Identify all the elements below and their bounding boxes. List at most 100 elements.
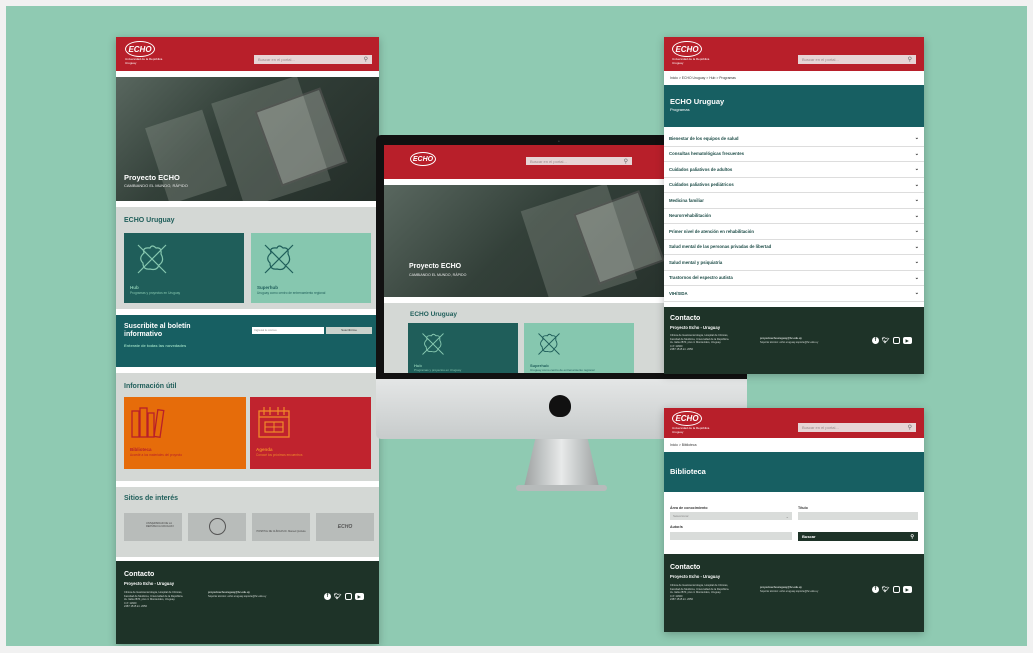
chevron-down-icon[interactable]: ⌄ (915, 197, 919, 203)
site-logo-echo[interactable]: ECHO (316, 513, 374, 541)
chevron-down-icon[interactable]: ⌄ (915, 151, 919, 157)
program-item[interactable]: Primer nivel de atención en rehabilitaci… (664, 224, 924, 240)
library-echo-logo[interactable]: ECHO (672, 411, 702, 426)
programs-search-input[interactable]: Buscar en el portal... ⚲ (798, 55, 916, 64)
site-logo-seal[interactable] (188, 513, 246, 541)
programs-breadcrumb[interactable]: Inicio > ECHO Uruguay > Hub > Programas (670, 76, 736, 80)
subscribe-button[interactable]: Suscribirme (326, 327, 372, 334)
library-header: ECHO Universidad de la República Uruguay… (664, 408, 924, 438)
programs-page-mockup: ECHO Universidad de la República Uruguay… (664, 37, 924, 374)
screen-hub-card[interactable]: Hub Programas y proyectos en Uruguay (408, 323, 518, 373)
sites-title: Sitios de interés (124, 495, 179, 502)
search-icon[interactable]: ⚲ (364, 56, 368, 63)
twitter-icon[interactable]: 🐦︎ (882, 337, 890, 344)
screen-search-icon[interactable]: ⚲ (624, 158, 628, 165)
program-item[interactable]: Salud mental y psiquiatría ⌄ (664, 255, 924, 271)
facebook-icon[interactable]: f (872, 586, 879, 593)
programs-search-placeholder: Buscar en el portal... (802, 57, 839, 62)
superhub-card[interactable]: Superhub Uruguay como centro de entrenam… (251, 233, 371, 303)
hub-icon (137, 244, 167, 274)
chevron-down-icon[interactable]: ⌄ (915, 275, 919, 281)
area-select[interactable]: Seleccionar ⌄ (670, 512, 792, 520)
program-item[interactable]: Cuidados paliativos de adultos ⌄ (664, 162, 924, 178)
program-item[interactable]: Consultas hematológicas frecuentes ⌄ (664, 147, 924, 162)
library-footer-title: Contacto (670, 564, 701, 571)
imac-stand (524, 439, 599, 487)
chevron-down-icon[interactable]: ⌄ (915, 182, 919, 188)
hub-card[interactable]: Hub Programas y proyectos en Uruguay (124, 233, 244, 303)
author-input[interactable] (670, 532, 792, 540)
facebook-icon[interactable]: f (872, 337, 879, 344)
echo-logo[interactable]: ECHO (125, 41, 155, 57)
books-icon (131, 407, 165, 439)
library-card[interactable]: Biblioteca Accedé a los materiales del p… (124, 397, 246, 469)
title-label: Título (798, 506, 808, 510)
twitter-icon[interactable]: 🐦︎ (334, 593, 342, 600)
library-card-subtitle: Accedé a los materiales del proyecto (130, 453, 183, 457)
instagram-icon[interactable] (892, 337, 900, 344)
instagram-icon[interactable] (892, 586, 900, 593)
program-item[interactable]: Neurorrehabilitación ⌄ (664, 209, 924, 224)
program-item[interactable]: Salud mental de las personas privadas de… (664, 240, 924, 255)
youtube-icon[interactable]: ▶ (902, 586, 912, 593)
screen-echo-logo[interactable]: ECHO (410, 152, 436, 166)
programs-footer: Contacto Proyecto Echo - Uruguay Clínica… (664, 307, 924, 374)
program-item[interactable]: Trastornos del espectro autista ⌄ (664, 271, 924, 286)
library-page-mockup: ECHO Universidad de la República Uruguay… (664, 408, 924, 632)
program-item[interactable]: Cuidados paliativos pediátricos ⌄ (664, 178, 924, 193)
chevron-down-icon[interactable]: ⌄ (915, 166, 919, 172)
library-footer-org: Proyecto Echo - Uruguay (670, 574, 721, 579)
footer-emails[interactable]: proyectoechouruguay@hc.edu.uy Soporte téc… (208, 591, 308, 598)
youtube-icon[interactable]: ▶ (354, 593, 364, 600)
search-placeholder: Buscar en el portal... (258, 57, 295, 62)
programs-accordion: Bienestar de los equipos de salud ⌄ Consu… (664, 131, 924, 302)
library-footer-emails[interactable]: proyectoechouruguay@hc.edu.uy Soporte téc… (760, 586, 860, 593)
mockup-canvas: ECHO Universidad de la República Uruguay… (6, 6, 1027, 646)
chevron-down-icon[interactable]: ⌄ (915, 290, 919, 296)
programs-footer-address: Clínica de Gastroenterología, Hospital d… (670, 334, 730, 352)
program-item[interactable]: Medicina familiar ⌄ (664, 193, 924, 209)
logo-subtitle: Universidad de la República Uruguay (125, 57, 163, 65)
programs-echo-logo[interactable]: ECHO (672, 41, 702, 57)
site-footer: Contacto Proyecto Echo - Uruguay Clínica… (116, 561, 379, 644)
chevron-down-icon[interactable]: ⌄ (915, 213, 919, 219)
screen-superhub-card[interactable]: Superhub Uruguay como centro de entrenam… (524, 323, 634, 373)
author-label: Autor/a (670, 525, 683, 529)
search-input[interactable]: Buscar en el portal... ⚲ (254, 55, 372, 64)
library-search-input[interactable]: Buscar en el portal... ⚲ (798, 423, 916, 432)
chevron-down-icon[interactable]: ⌄ (915, 135, 919, 141)
hero-subtitle: CAMBIANDO EL MUNDO, RÁPIDO (124, 183, 188, 188)
program-item[interactable]: Bienestar de los equipos de salud ⌄ (664, 131, 924, 147)
home-page-mockup: ECHO Universidad de la República Uruguay… (116, 37, 379, 644)
footer-address: Clínica de Gastroenterología, Hospital d… (124, 591, 184, 609)
chevron-down-icon[interactable]: ⌄ (915, 259, 919, 265)
screen-search-input[interactable]: Buscar en el portal... ⚲ (526, 157, 632, 165)
site-logo-udelar[interactable]: UNIVERSIDAD DE LA REPÚBLICA URUGUAY (124, 513, 182, 541)
library-breadcrumb[interactable]: Inicio > Biblioteca (670, 443, 696, 447)
instagram-icon[interactable] (344, 593, 352, 600)
library-search-button[interactable]: Buscar ⚲ (798, 532, 918, 541)
programs-footer-emails[interactable]: proyectoechouruguay@hc.edu.uy Soporte téc… (760, 337, 860, 344)
programs-logo-subtitle: Universidad de la República Uruguay (672, 57, 710, 65)
hero-title: Proyecto ECHO (124, 173, 180, 182)
programs-footer-title: Contacto (670, 315, 701, 322)
programs-social-links: f 🐦︎ ▶ (872, 337, 912, 344)
library-footer-address: Clínica de Gastroenterología, Hospital d… (670, 584, 730, 602)
library-footer: Contacto Proyecto Echo - Uruguay Clínica… (664, 554, 924, 632)
library-search-placeholder: Buscar en el portal... (802, 425, 839, 430)
agenda-card[interactable]: Agenda Conocé los próximos encuentros (250, 397, 371, 469)
title-input[interactable] (798, 512, 918, 520)
twitter-icon[interactable]: 🐦︎ (882, 586, 890, 593)
chevron-down-icon[interactable]: ⌄ (915, 244, 919, 250)
info-section: Información útil Biblioteca Accedé a los… (116, 373, 379, 481)
library-search-icon[interactable]: ⚲ (908, 424, 912, 431)
library-title: Biblioteca (670, 467, 706, 476)
superhub-card-title: Superhub (257, 285, 278, 290)
programs-search-icon[interactable]: ⚲ (908, 56, 912, 63)
site-logo-hospital[interactable]: HOSPITAL DE CLÍNICAS Dr. Manuel Quintela (252, 513, 310, 541)
chevron-down-icon[interactable]: ⌄ (915, 228, 919, 234)
youtube-icon[interactable]: ▶ (902, 337, 912, 344)
program-item[interactable]: VIH/SIDA ⌄ (664, 286, 924, 302)
newsletter-email-input[interactable]: Ingresá tu correo (252, 327, 324, 334)
facebook-icon[interactable]: f (324, 593, 331, 600)
